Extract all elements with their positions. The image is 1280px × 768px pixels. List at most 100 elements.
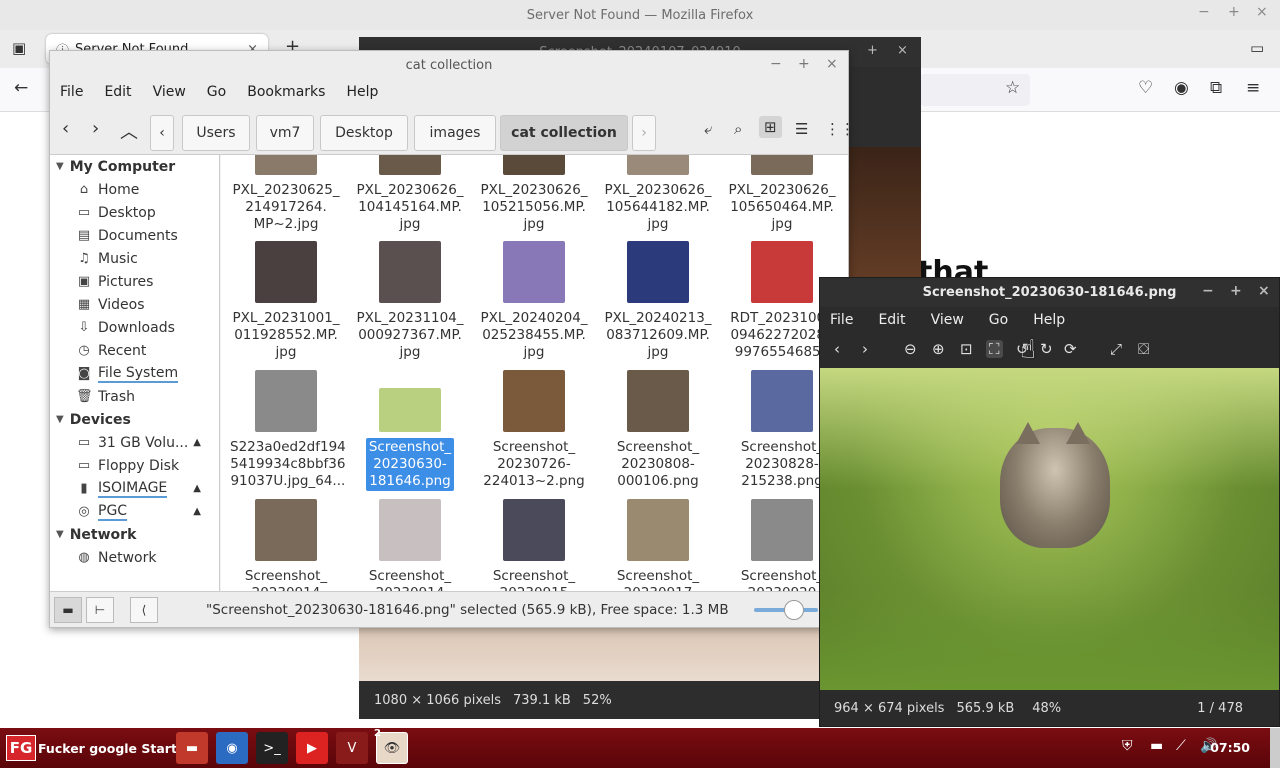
sidebar-item-network[interactable]: ◍ Network	[50, 546, 219, 569]
file-manager-launcher-icon[interactable]: ▬	[176, 732, 208, 764]
file-item[interactable]: Screenshot_ 20230914	[351, 499, 469, 593]
location-toggle-icon[interactable]: ⤶	[704, 120, 712, 138]
next-icon[interactable]: ›	[862, 340, 868, 358]
breadcrumb-left-arrow[interactable]: ‹	[150, 115, 174, 151]
menu-edit[interactable]: Edit	[878, 312, 905, 328]
menu-file[interactable]: File	[60, 84, 94, 100]
hide-sidebar-icon[interactable]: ⟨	[130, 596, 158, 623]
breadcrumb-desktop[interactable]: Desktop	[320, 115, 408, 151]
tab-list-icon[interactable]: ▣	[12, 39, 26, 57]
eject-icon[interactable]: ▲	[193, 437, 201, 448]
file-item[interactable]: Screenshot_ 20230914	[227, 499, 345, 593]
sidebar-item-file-system[interactable]: ◙ File System	[50, 362, 219, 385]
close-icon[interactable]: ×	[897, 43, 908, 58]
maximize-icon[interactable]: +	[867, 43, 878, 58]
fullscreen-icon[interactable]: ⤢	[1110, 340, 1122, 358]
file-item[interactable]: PXL_20230625_ 214917264. MP~2.jpg	[227, 155, 345, 234]
file-item[interactable]: PXL_20230626_ 105215056.MP. jpg	[475, 155, 593, 234]
maximize-icon[interactable]: +	[798, 56, 810, 72]
breadcrumb-users[interactable]: Users	[182, 115, 250, 151]
firefox-launcher-icon[interactable]: ◉	[216, 732, 248, 764]
breadcrumb-cat-collection[interactable]: cat collection	[500, 115, 628, 151]
close-icon[interactable]: ×	[826, 56, 838, 72]
zoom-fit-icon[interactable]: ⛶	[986, 340, 1003, 358]
sidebar-item-desktop[interactable]: ▭ Desktop	[50, 201, 219, 224]
eject-icon[interactable]: ▲	[193, 483, 201, 494]
pocket-icon[interactable]: ♡	[1138, 78, 1153, 98]
zoom-in-icon[interactable]: ⊕	[932, 340, 945, 358]
back-icon[interactable]: ←	[14, 78, 28, 98]
sidebar-item-volume[interactable]: ▭ 31 GB Volu... ▲	[50, 431, 219, 454]
rotate-right-icon[interactable]: ↻	[1040, 340, 1053, 358]
extensions-icon[interactable]: ⧉	[1210, 78, 1222, 98]
menu-edit[interactable]: Edit	[104, 84, 142, 100]
menu-bookmarks[interactable]: Bookmarks	[247, 84, 336, 100]
menu-help[interactable]: Help	[1033, 312, 1065, 328]
search-icon[interactable]: ⌕	[734, 120, 742, 138]
compact-view-icon[interactable]: ⋮⋮	[825, 120, 855, 138]
sidebar-item-pictures[interactable]: ▣ Pictures	[50, 270, 219, 293]
keyboard-icon[interactable]: ▬	[1150, 738, 1163, 754]
file-item[interactable]: Screenshot_ 20230917	[599, 499, 717, 593]
breadcrumb-images[interactable]: images	[414, 115, 496, 151]
close-icon[interactable]: ×	[1256, 4, 1268, 20]
file-item[interactable]: Screenshot_ 20230808- 000106.png	[599, 370, 717, 491]
sidebar-item-videos[interactable]: ▦ Videos	[50, 293, 219, 316]
menu-icon[interactable]: ≡	[1246, 78, 1260, 98]
window-icon[interactable]: ▭	[1250, 39, 1264, 57]
file-item[interactable]: Screenshot_ 20230726- 224013~2.png	[475, 370, 593, 491]
sidebar-item-isoimage[interactable]: ▮ ISOIMAGE ▲	[50, 477, 219, 500]
sidebar-item-home[interactable]: ⌂ Home	[50, 178, 219, 201]
start-button[interactable]: FG Fucker google Start	[0, 728, 177, 768]
sidebar-item-trash[interactable]: 🗑 Trash	[50, 385, 219, 408]
file-item[interactable]: PXL_20230626_ 105644182.MP. jpg	[599, 155, 717, 234]
zoom-normal-icon[interactable]: ⊡	[960, 340, 973, 358]
file-item[interactable]: Screenshot_ 20230630- 181646.png	[351, 370, 469, 491]
maximize-icon[interactable]: +	[1228, 4, 1240, 20]
minimize-icon[interactable]: −	[1202, 283, 1214, 299]
file-item[interactable]: PXL_20231104_ 000927367.MP. jpg	[351, 241, 469, 362]
menu-go[interactable]: Go	[207, 84, 237, 100]
terminal-launcher-icon[interactable]: >_	[256, 732, 288, 764]
file-item[interactable]: PXL_20240204_ 025238455.MP. jpg	[475, 241, 593, 362]
menu-view[interactable]: View	[153, 84, 197, 100]
previous-icon[interactable]: ‹	[834, 340, 840, 358]
sidebar-header-my-computer[interactable]: ▼ My Computer	[50, 155, 219, 178]
bookmark-star-icon[interactable]: ☆	[1005, 78, 1020, 98]
places-pane-icon[interactable]: ▬	[54, 596, 82, 623]
close-icon[interactable]: ×	[1258, 283, 1270, 299]
file-item[interactable]: PXL_20231001_ 011928552.MP. jpg	[227, 241, 345, 362]
back-icon[interactable]: ‹	[62, 118, 69, 139]
menu-help[interactable]: Help	[346, 84, 389, 100]
menu-file[interactable]: File	[830, 312, 853, 328]
file-item[interactable]: PXL_20230626_ 104145164.MP. jpg	[351, 155, 469, 234]
eject-icon[interactable]: ▲	[193, 506, 201, 517]
menu-go[interactable]: Go	[989, 312, 1008, 328]
vivaldi-launcher-icon[interactable]: V	[336, 732, 368, 764]
sidebar-item-floppy[interactable]: ▭ Floppy Disk	[50, 454, 219, 477]
zoom-slider-handle[interactable]	[784, 600, 804, 620]
security-icon[interactable]: ⛨	[1122, 738, 1133, 754]
network-status-icon[interactable]: ⟋	[1176, 738, 1186, 754]
sidebar-item-documents[interactable]: ▤ Documents	[50, 224, 219, 247]
file-item[interactable]: PXL_20240213_ 083712609.MP. jpg	[599, 241, 717, 362]
slideshow-icon[interactable]: ⛋	[1138, 340, 1149, 358]
up-icon[interactable]: ︿	[120, 118, 138, 144]
breadcrumb-right-arrow[interactable]: ›	[632, 115, 656, 151]
show-desktop-button[interactable]	[1270, 728, 1280, 768]
sidebar-item-pgc[interactable]: ◎ PGC ▲	[50, 500, 219, 523]
maximize-icon[interactable]: +	[1230, 283, 1242, 299]
sidebar-header-devices[interactable]: ▼ Devices	[50, 408, 219, 431]
minimize-icon[interactable]: −	[770, 56, 782, 72]
sidebar-item-recent[interactable]: ◷ Recent	[50, 339, 219, 362]
file-item[interactable]: S223a0ed2df194 5419934c8bbf36 91037U.jpg…	[227, 370, 346, 491]
tree-pane-icon[interactable]: ⊢	[86, 596, 114, 623]
file-item[interactable]: Screenshot_ 20230915	[475, 499, 593, 593]
menu-view[interactable]: View	[931, 312, 964, 328]
sidebar-header-network[interactable]: ▼ Network	[50, 523, 219, 546]
list-view-icon[interactable]: ☰	[795, 120, 808, 138]
breadcrumb-vm7[interactable]: vm7	[256, 115, 314, 151]
file-item[interactable]: PXL_20230626_ 105650464.MP. jpg	[723, 155, 841, 234]
rotate-icon[interactable]: ⟳	[1064, 340, 1077, 358]
sidebar-item-downloads[interactable]: ⇩ Downloads	[50, 316, 219, 339]
